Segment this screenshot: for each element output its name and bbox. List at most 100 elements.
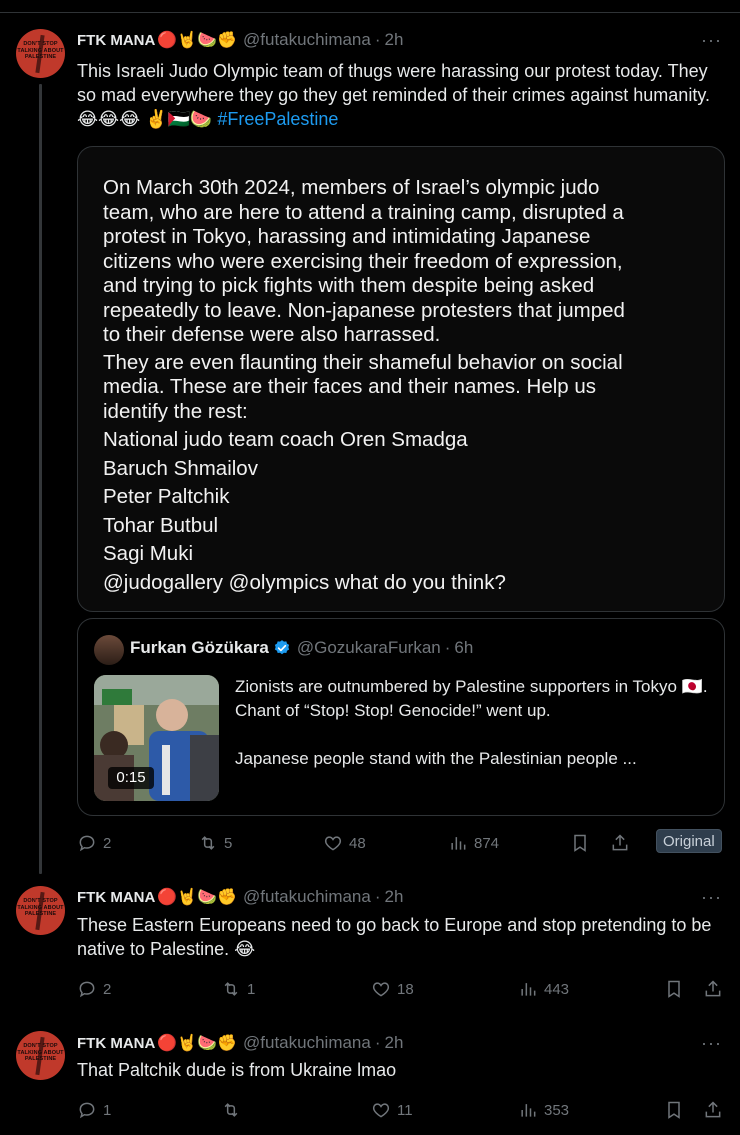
like-button[interactable]: 48 (323, 833, 366, 853)
bookmark-button[interactable] (570, 833, 590, 853)
repost-button[interactable] (221, 1100, 247, 1120)
bookmark-icon (574, 834, 586, 852)
share-button[interactable] (703, 979, 723, 999)
views-chart-icon (521, 983, 536, 996)
like-button[interactable]: 11 (371, 1100, 413, 1120)
quoted-text-line: Chant of “Stop! Stop! Genocide!” went up… (235, 701, 551, 720)
views-button[interactable]: 443 (518, 979, 569, 999)
separator-dot: · (374, 887, 381, 906)
share-button[interactable] (703, 1100, 723, 1120)
bookmark-icon (668, 980, 680, 998)
share-icon (705, 980, 721, 997)
share-icon (612, 834, 628, 851)
post-header: FTK MANA 🔴🤘🍉✊ @futakuchimana · 2h (77, 1033, 403, 1053)
post-time[interactable]: 2h (385, 30, 404, 50)
repost-icon (201, 836, 215, 850)
view-count: 443 (544, 980, 570, 998)
quoted-post[interactable]: Furkan Gözükara @GozukaraFurkan · 6h 0:1… (77, 618, 725, 816)
avatar[interactable]: DON'T STOP TALKING ABOUT PALESTINE (16, 1031, 65, 1080)
like-count: 48 (349, 834, 366, 852)
heart-icon (324, 836, 342, 851)
verified-badge-icon (274, 640, 289, 655)
separator-dot: · (374, 1033, 381, 1052)
author-emojis: 🔴🤘🍉✊ (157, 1035, 238, 1052)
avatar[interactable]: DON'T STOP TALKING ABOUT PALESTINE (16, 29, 65, 78)
author-handle[interactable]: @futakuchimana (243, 887, 371, 907)
quoted-text: Zionists are outnumbered by Palestine su… (235, 675, 715, 771)
reply-icon (79, 1102, 95, 1119)
avatar-text: DON'T STOP TALKING ABOUT PALESTINE (17, 1043, 64, 1062)
more-options-icon[interactable]: ··· (701, 1033, 722, 1054)
reply-icon (79, 981, 95, 998)
original-language-button[interactable]: Original (656, 829, 722, 853)
quoted-text-line: Zionists are outnumbered by Palestine su… (235, 677, 708, 696)
heart-icon (372, 1103, 390, 1118)
image-text-line: team, who are here to attend a training … (103, 200, 624, 224)
image-text-line: They are even flaunting their shameful b… (103, 350, 623, 374)
image-text-line: repeatedly to leave. Non-japanese protes… (103, 298, 625, 322)
avatar-text: DON'T STOP TALKING ABOUT PALESTINE (17, 898, 64, 917)
like-button[interactable]: 18 (371, 979, 414, 999)
bookmark-button[interactable] (664, 1100, 684, 1120)
views-chart-icon (521, 1104, 536, 1117)
reply-button[interactable]: 1 (77, 1100, 111, 1120)
heart-icon (372, 982, 390, 997)
author-name[interactable]: FTK MANA (77, 32, 155, 49)
author-name[interactable]: FTK MANA (77, 889, 155, 906)
reply-post[interactable]: DON'T STOP TALKING ABOUT PALESTINE FTK M… (0, 870, 740, 1020)
repost-count: 5 (224, 834, 233, 852)
author-name[interactable]: FTK MANA (77, 1035, 155, 1052)
share-icon (705, 1101, 721, 1118)
reply-count: 2 (103, 980, 112, 998)
image-text-line: Peter Paltchik (103, 485, 230, 508)
separator-dot: · (444, 638, 451, 657)
author-emojis: 🔴🤘🍉✊ (157, 32, 238, 49)
bookmark-icon (668, 1101, 680, 1119)
share-button[interactable] (610, 833, 630, 853)
post-time[interactable]: 2h (385, 887, 404, 907)
repost-button[interactable]: 1 (221, 979, 255, 999)
post-text: That Paltchik dude is from Ukraine lmao (77, 1060, 397, 1080)
like-count: 11 (397, 1101, 413, 1119)
quoted-handle[interactable]: @GozukaraFurkan (297, 638, 441, 658)
separator-dot: · (374, 30, 381, 49)
image-text-line: protest in Tokyo, harassing and intimida… (103, 225, 591, 248)
post-header: FTK MANA 🔴🤘🍉✊ @futakuchimana · 2h (77, 887, 403, 907)
views-button[interactable]: 353 (518, 1100, 569, 1120)
avatar[interactable]: DON'T STOP TALKING ABOUT PALESTINE (16, 886, 65, 935)
post-time[interactable]: 2h (385, 1033, 404, 1053)
more-options-icon[interactable]: ··· (701, 30, 722, 51)
author-handle[interactable]: @futakuchimana (243, 30, 371, 50)
reply-button[interactable]: 2 (77, 979, 111, 999)
quoted-avatar[interactable] (94, 635, 124, 665)
repost-icon (224, 1103, 238, 1117)
hashtag-link[interactable]: #FreePalestine (217, 109, 338, 129)
reply-post[interactable]: DON'T STOP TALKING ABOUT PALESTINE FTK M… (0, 1020, 740, 1135)
author-handle[interactable]: @futakuchimana (243, 1033, 371, 1053)
views-button[interactable]: 874 (448, 833, 499, 853)
quoted-header: Furkan Gözükara @GozukaraFurkan · 6h (130, 638, 473, 658)
more-options-icon[interactable]: ··· (701, 887, 722, 908)
bookmark-button[interactable] (664, 979, 684, 999)
post-text: This Israeli Judo Olympic team of thugs … (77, 59, 725, 131)
post-main[interactable]: DON'T STOP TALKING ABOUT PALESTINE FTK M… (0, 0, 740, 870)
repost-button[interactable]: 5 (198, 833, 232, 853)
image-text-line: On March 30th 2024, members of Israel’s … (103, 176, 600, 199)
repost-icon (224, 982, 238, 996)
image-text-line: citizens who were exercising their freed… (103, 249, 623, 273)
image-text-line: @judogallery @olympics what do you think… (103, 570, 506, 594)
image-text-block: On March 30th 2024, members of Israel’s … (103, 176, 703, 595)
video-thumbnail[interactable]: 0:15 (94, 675, 219, 801)
attached-image[interactable]: On March 30th 2024, members of Israel’s … (77, 146, 725, 612)
reply-count: 2 (103, 834, 112, 852)
image-text-line: National judo team coach Oren Smadga (103, 428, 468, 451)
author-emojis: 🔴🤘🍉✊ (157, 889, 238, 906)
quoted-time[interactable]: 6h (454, 638, 473, 658)
video-duration-badge: 0:15 (108, 767, 154, 789)
avatar-text: DON'T STOP TALKING ABOUT PALESTINE (17, 41, 64, 60)
image-text-line: Tohar Butbul (103, 513, 219, 537)
quoted-author-name[interactable]: Furkan Gözükara (130, 638, 269, 658)
reply-button[interactable]: 2 (77, 833, 111, 853)
reply-count: 1 (103, 1101, 112, 1119)
image-text-line: Sagi Muki (103, 542, 194, 565)
